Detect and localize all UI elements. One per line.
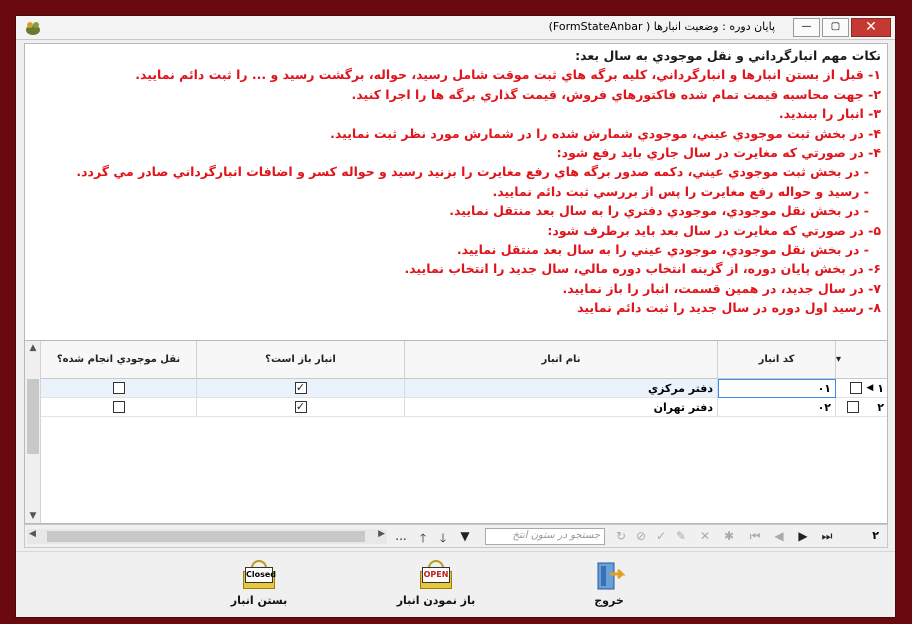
table-row-1-selector[interactable]: ۱ ◀	[836, 379, 887, 398]
edit-icon[interactable]: ✎	[673, 529, 689, 543]
note-line: ۵- در صورتي كه مغايرت در سال بعد بايد بر…	[547, 222, 881, 238]
row-select-checkbox[interactable]	[850, 382, 863, 394]
exit-door-icon	[592, 560, 626, 590]
vertical-scroll-thumb[interactable]	[27, 379, 39, 454]
note-line: ۴- در بخش ثبت موجودي عيني، موجودي شمارش …	[330, 125, 881, 141]
close-warehouse-button[interactable]: Closed بستن انبار	[214, 560, 304, 607]
filter-icon[interactable]: ▼	[457, 529, 473, 543]
note-line: ۸- رسيد اول دوره در سال جديد را ثبت دائم…	[577, 300, 881, 316]
previous-record-icon[interactable]: ◀	[771, 529, 787, 543]
delete-icon[interactable]: ✕	[697, 529, 713, 543]
note-line: - در بخش نقل موجودي، موجودي دفتري را به …	[449, 203, 869, 219]
close-warehouse-label: بستن انبار	[230, 594, 288, 607]
refresh-icon[interactable]: ↻	[613, 529, 629, 543]
first-record-icon[interactable]: ⏮	[747, 529, 763, 544]
scroll-left-icon[interactable]: ◀	[29, 529, 36, 539]
title-bar[interactable]: پایان دوره : وضعیت انبارها ( FormStateAn…	[16, 16, 895, 40]
insert-icon[interactable]: ✱	[721, 529, 737, 543]
exit-button[interactable]: خروج	[574, 560, 644, 607]
table-row-2-selector[interactable]: ۲	[836, 398, 887, 417]
next-record-icon[interactable]: ▶	[795, 529, 811, 543]
note-line: ۱- قبل از بستن انبارها و انبارگرداني، كل…	[135, 67, 881, 83]
column-header-transferred[interactable]: نقل موجودي انجام شده؟	[41, 341, 197, 379]
open-sign-icon: OPEN	[419, 560, 453, 590]
horizontal-scroll-thumb[interactable]	[47, 531, 365, 542]
note-line: ۴- در صورتي كه مغايرت در سال جاري بايد ر…	[556, 144, 881, 160]
column-header-is-open[interactable]: انبار باز است؟	[197, 341, 405, 379]
open-warehouse-label: باز نمودن انبار	[396, 594, 476, 607]
column-search-input[interactable]: جستجو در ستون انتخ	[485, 528, 605, 545]
scroll-up-icon[interactable]: ▲	[25, 343, 41, 353]
column-header-warehouse-code[interactable]: كد انبار	[718, 341, 836, 379]
column-chooser[interactable]: ▾	[836, 341, 887, 379]
note-line: ۷- در سال جديد، در همين قسمت، انبار را ب…	[562, 280, 881, 296]
horizontal-scrollbar[interactable]: ◀ ▶	[27, 529, 387, 544]
cancel-edit-icon[interactable]: ⊘	[633, 529, 649, 543]
grid-toolbar: ◀ ▶ ... 🡑 🡓 ▼ جستجو در ستون انتخ ↻ ⊘ ✓ ✎…	[24, 524, 888, 548]
row-count: ۲	[872, 529, 879, 542]
vertical-scrollbar[interactable]: ▲ ▼	[25, 341, 41, 523]
last-record-icon[interactable]: ⏭	[819, 529, 835, 544]
action-button-bar: Closed بستن انبار OPEN باز نمودن انبار خ…	[16, 551, 895, 617]
form-state-anbar-window: پایان دوره : وضعیت انبارها ( FormStateAn…	[15, 15, 896, 618]
checkbox[interactable]: ✓	[294, 382, 307, 394]
table-row-1-transferred[interactable]	[41, 379, 197, 398]
app-icon	[26, 22, 40, 35]
note-line: ۶- در بخش پايان دوره، از گزينه انتخاب دو…	[404, 261, 881, 277]
chevron-down-icon: ▾	[836, 354, 842, 365]
table-row-2-name[interactable]: دفتر تهران	[405, 398, 718, 417]
row-select-checkbox[interactable]	[847, 401, 860, 413]
closed-sign-icon: Closed	[242, 560, 276, 590]
minimize-button[interactable]: —	[793, 18, 820, 37]
checkbox[interactable]: ✓	[294, 401, 307, 413]
warehouse-grid: ▲ ▼ نقل موجودي انجام شده؟ انبار باز است؟…	[24, 340, 888, 524]
checkbox[interactable]	[112, 382, 125, 394]
scroll-right-icon[interactable]: ▶	[378, 529, 385, 539]
close-button[interactable]: ✕	[851, 18, 891, 37]
table-row-1-open[interactable]: ✓	[197, 379, 405, 398]
note-line: ۳- انبار را ببنديد.	[778, 106, 881, 122]
table-row-2-open[interactable]: ✓	[197, 398, 405, 417]
grid-body: نقل موجودي انجام شده؟ انبار باز است؟ نام…	[41, 341, 887, 523]
maximize-button[interactable]: ▢	[822, 18, 849, 37]
checkbox[interactable]	[112, 401, 125, 413]
table-row-2-transferred[interactable]	[41, 398, 197, 417]
note-line: نكات مهم انبارگرداني و نقل موجودي به سال…	[575, 48, 881, 63]
open-warehouse-button[interactable]: OPEN باز نمودن انبار	[386, 560, 486, 607]
exit-label: خروج	[594, 594, 624, 607]
confirm-edit-icon[interactable]: ✓	[653, 529, 669, 543]
move-up-icon[interactable]: 🡑	[415, 529, 431, 550]
table-row-1-name[interactable]: دفتر مركزي	[405, 379, 718, 398]
table-row-2-code[interactable]: ۰۲	[718, 398, 836, 417]
note-line: ۲- جهت محاسبه قيمت تمام شده فاكتورهاي فر…	[351, 86, 882, 102]
scroll-down-icon[interactable]: ▼	[25, 511, 41, 521]
column-header-warehouse-name[interactable]: نام انبار	[405, 341, 718, 379]
current-row-arrow-icon: ◀	[866, 383, 874, 393]
table-row-1-code[interactable]: ۰۱	[718, 379, 836, 398]
move-down-icon[interactable]: 🡓	[435, 529, 451, 550]
warehouse-closing-notes: نكات مهم انبارگرداني و نقل موجودي به سال…	[24, 43, 888, 353]
note-line: - در بخش ثبت موجودي عيني، دكمه صدور برگه…	[76, 164, 869, 180]
window-title: پایان دوره : وضعیت انبارها ( FormStateAn…	[548, 20, 775, 33]
more-options-button[interactable]: ...	[393, 529, 409, 543]
note-line: - رسيد و حواله رفع مغايرت را پس از بررسي…	[492, 183, 869, 199]
note-line: - در بخش نقل موجودي، موجودي عيني را به س…	[456, 241, 869, 257]
